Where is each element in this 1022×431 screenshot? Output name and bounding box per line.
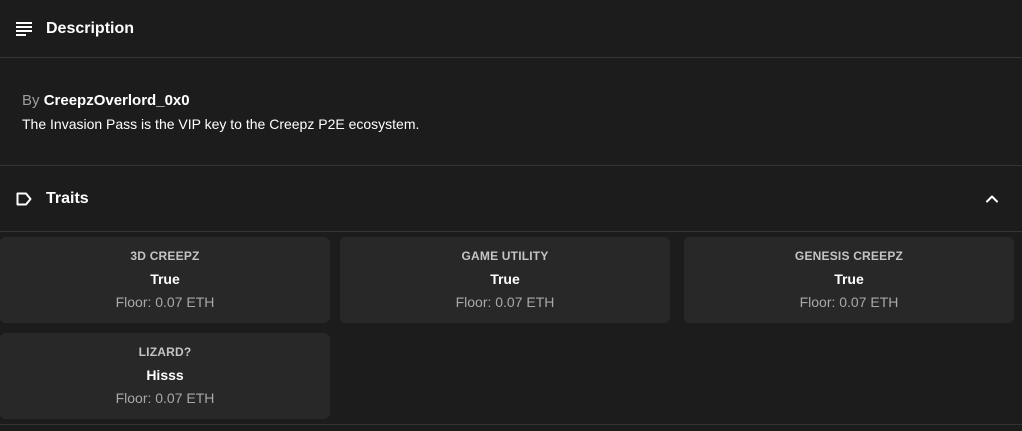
trait-floor-price: Floor: 0.07 ETH: [115, 294, 215, 310]
creator-link[interactable]: CreepzOverlord_0x0: [44, 92, 190, 109]
trait-value: True: [490, 271, 520, 287]
trait-floor-price: Floor: 0.07 ETH: [455, 294, 555, 310]
description-title: Description: [46, 19, 135, 37]
trait-card[interactable]: LIZARD? Hisss Floor: 0.07 ETH: [0, 333, 330, 419]
creator-line: By CreepzOverlord_0x0: [22, 91, 1000, 111]
trait-type: 3D CREEPZ: [130, 249, 200, 263]
trait-value: Hisss: [146, 367, 184, 383]
trait-card[interactable]: GENESIS CREEPZ True Floor: 0.07 ETH: [684, 237, 1014, 323]
trait-floor-price: Floor: 0.07 ETH: [115, 390, 215, 406]
trait-value: True: [150, 271, 180, 287]
item-details-panel: Description By CreepzOverlord_0x0 The In…: [0, 0, 1022, 431]
description-text: The Invasion Pass is the VIP key to the …: [22, 116, 420, 132]
traits-title: Traits: [46, 189, 89, 207]
trait-type: LIZARD?: [138, 345, 192, 359]
description-header[interactable]: Description: [0, 0, 1022, 58]
tag-icon: [16, 192, 32, 206]
trait-type: GAME UTILITY: [461, 249, 549, 263]
section-divider: [0, 424, 1022, 425]
traits-header[interactable]: Traits: [0, 166, 1022, 232]
list-lines-icon: [16, 21, 32, 36]
chevron-up-icon[interactable]: [984, 191, 1000, 207]
trait-floor-price: Floor: 0.07 ETH: [799, 294, 899, 310]
trait-value: True: [834, 271, 864, 287]
trait-card[interactable]: GAME UTILITY True Floor: 0.07 ETH: [340, 237, 670, 323]
by-prefix: By: [22, 92, 40, 109]
trait-card[interactable]: 3D CREEPZ True Floor: 0.07 ETH: [0, 237, 330, 323]
trait-type: GENESIS CREEPZ: [794, 249, 904, 263]
description-body: By CreepzOverlord_0x0 The Invasion Pass …: [0, 58, 1022, 166]
